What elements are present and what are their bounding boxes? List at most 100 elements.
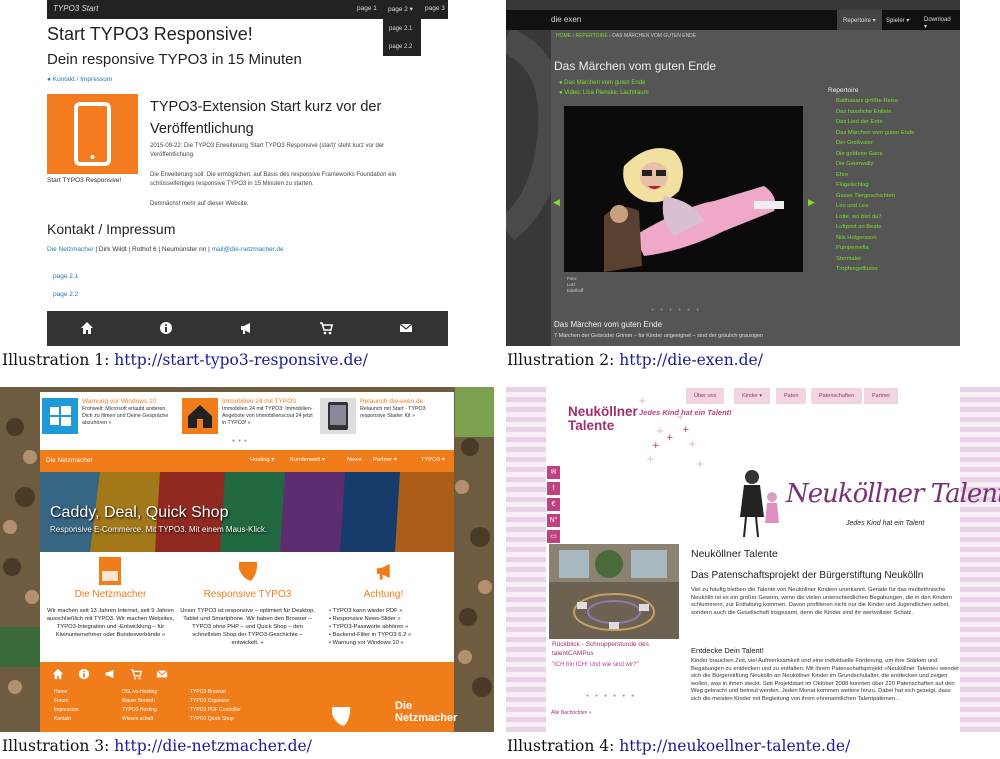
repertoire-item[interactable]: Sterntaler <box>836 256 861 262</box>
repertoire-item[interactable]: Das Märchen vom guten Ende <box>836 130 914 136</box>
nav-kundenwelt[interactable]: Kundenwelt ▾ <box>290 457 325 463</box>
nav-page-3[interactable]: page 3 <box>425 5 445 12</box>
footer-link[interactable]: Home <box>54 688 79 697</box>
repertoire-item[interactable]: Das Lied der Erde <box>836 119 883 125</box>
mail-icon[interactable] <box>156 668 168 680</box>
footer-link[interactable]: Wissen schaft <box>122 715 157 724</box>
news-caption[interactable]: Rückblick - Schnupperstunde des <box>552 641 649 648</box>
slider-dots[interactable]: ●●●●●● <box>651 307 705 313</box>
cart-icon[interactable] <box>319 321 333 335</box>
cart-icon[interactable] <box>130 668 142 680</box>
list-item[interactable]: • Warnung vor Windows 10 » <box>316 639 451 647</box>
sublink[interactable]: page 2.2 <box>53 291 78 298</box>
caption-url[interactable]: http://die-exen.de/ <box>619 351 763 369</box>
footer-link[interactable]: TYPO3 Browser <box>190 688 241 697</box>
menu-download[interactable]: Download ▾ <box>918 10 960 30</box>
repertoire-item[interactable]: Leo und Lea <box>836 203 868 209</box>
brand-link[interactable]: Die Netzmacher <box>46 457 93 464</box>
nav-patenschaften[interactable]: Patenschaften <box>811 388 863 404</box>
caption-url[interactable]: http://start-typo3-responsive.de/ <box>114 351 368 369</box>
breadcrumb-home[interactable]: HOME <box>556 33 571 39</box>
footer-link[interactable]: TYPO3 PDF Controller <box>190 706 241 715</box>
footer-link[interactable]: DSL-vs-Hosting <box>122 688 157 697</box>
repertoire-item[interactable]: Die Geierwally <box>836 161 873 167</box>
brand-link[interactable]: TYPO3 Start <box>53 4 98 13</box>
footer-link[interactable]: Blauer Bereich <box>122 697 157 706</box>
repertoire-item[interactable]: Ehre <box>836 172 848 178</box>
content-link[interactable]: ● Das Märchen vom guten Ende <box>559 80 645 86</box>
footer-link[interactable]: Impressum <box>54 706 79 715</box>
donate-icon[interactable]: € <box>547 498 560 511</box>
info-icon[interactable] <box>159 321 173 335</box>
info-icon[interactable] <box>78 668 90 680</box>
sublink[interactable]: page 2.1 <box>53 273 78 280</box>
netzmacher-logo-icon <box>99 557 121 585</box>
news-pagination[interactable]: ●●●●●● <box>586 693 640 699</box>
list-item[interactable]: • Responsive News-Slider » <box>316 615 451 623</box>
repertoire-item[interactable]: Lotte, wo bist du? <box>836 214 881 220</box>
facebook-icon[interactable]: f <box>547 482 560 495</box>
nav-typo3[interactable]: TYPO3 ▾ <box>421 457 445 463</box>
teaser-card[interactable]: Warnung vor Windows 10 Frohwelt: Microso… <box>42 398 172 440</box>
megaphone-icon[interactable] <box>104 668 116 680</box>
teaser-pagination[interactable]: ●●● <box>232 438 250 444</box>
mail-icon[interactable]: ✉ <box>547 466 560 479</box>
repertoire-item[interactable]: Die goldene Gans <box>836 151 882 157</box>
nav-partner[interactable]: Partner ▾ <box>373 457 397 463</box>
number-icon[interactable]: N° <box>547 514 560 527</box>
footer-link[interactable]: TYPO3 Quick Shop <box>190 715 241 724</box>
netzmacher-link[interactable]: Die Netzmacher <box>47 246 94 253</box>
repertoire-item[interactable]: Balthasars größte Reise <box>836 98 898 104</box>
email-link[interactable]: mail@die-netzmacher.de <box>212 246 284 253</box>
document-icon[interactable]: ▭ <box>547 530 560 543</box>
footer-link[interactable]: Kontakt <box>54 715 79 724</box>
repertoire-item[interactable]: Das hässliche Entlein <box>836 109 891 115</box>
menu-repertoire[interactable]: Repertoire ▾ <box>837 10 882 30</box>
footer-link[interactable]: TYPO3 Hosting <box>122 706 157 715</box>
brand-link[interactable]: die exen <box>551 15 581 24</box>
nav-partner[interactable]: Partner <box>864 388 899 404</box>
nav-hosting[interactable]: Hosting ▾ <box>250 457 274 463</box>
mail-icon[interactable] <box>399 321 413 335</box>
home-icon[interactable] <box>52 668 64 680</box>
slider-prev-icon[interactable]: ◀ <box>553 197 560 208</box>
feature-column: Responsive TYPO3 Unser TYPO3 ist respons… <box>180 557 315 647</box>
repertoire-item[interactable]: Der Großvater <box>836 140 873 146</box>
repertoire-item[interactable]: Luftpost an Beate <box>836 224 881 230</box>
nav-news[interactable]: News <box>347 457 362 463</box>
typo3-logo-icon <box>332 707 351 726</box>
content-link[interactable]: ● Video: Lisa Plenske, Lachtraum <box>559 90 649 96</box>
slider-next-icon[interactable]: ▶ <box>808 197 815 208</box>
list-item[interactable]: • TYPO3-Passworte abhören » <box>316 623 451 631</box>
repertoire-item[interactable]: Gasse Tiergeschichten <box>836 193 895 199</box>
teaser-card[interactable]: Immobilien 24 mit TYPO3 Immobilien 24 mi… <box>182 398 313 440</box>
children-drawing <box>740 470 779 538</box>
contact-link[interactable]: ● Kontakt / Impressum <box>47 76 112 83</box>
nav-kinder[interactable]: Kinder ▾ <box>734 388 771 404</box>
repertoire-item[interactable]: Tropfengeflüster <box>836 266 878 272</box>
nav-page-1[interactable]: page 1 <box>357 5 377 12</box>
caption-url[interactable]: http://neukoellner-talente.de/ <box>619 737 850 755</box>
logo-caption: Start TYPO3 Responsive! <box>47 177 122 184</box>
menu-spieler[interactable]: Spieler ▾ <box>880 10 915 30</box>
all-news-link[interactable]: Alle Nachrichten » <box>551 710 592 716</box>
caption-url[interactable]: http://die-netzmacher.de/ <box>114 737 312 755</box>
repertoire-item[interactable]: Flügelschlag <box>836 182 869 188</box>
nav-paten[interactable]: Paten <box>776 388 807 404</box>
dropdown-item[interactable]: page 2.2 <box>389 44 412 50</box>
nav-page-2[interactable]: page 2 ▾ <box>388 5 413 13</box>
footer-link[interactable]: Forum <box>54 697 79 706</box>
list-item[interactable]: • TYPO3 kann wieder PDF » <box>316 607 451 615</box>
content-subheading: Das Patenschaftsprojekt der Bürgerstiftu… <box>691 570 924 581</box>
footer-link[interactable]: TYPO3 Organizer <box>190 697 241 706</box>
list-item[interactable]: • Backend-Filter in TYPO3 6.2 » <box>316 631 451 639</box>
breadcrumb-repertoire[interactable]: REPERTOIRE <box>575 33 607 39</box>
windows-logo-icon <box>42 398 78 434</box>
home-icon[interactable] <box>80 321 94 335</box>
teaser-card[interactable]: Relaunch die-exen.de Relaunch mit Start … <box>320 398 450 440</box>
repertoire-item[interactable]: Nils Holgersson <box>836 235 877 241</box>
megaphone-icon[interactable] <box>239 321 253 335</box>
news-caption[interactable]: talentCAMPus <box>552 650 594 657</box>
dropdown-item[interactable]: page 2.1 <box>389 26 412 32</box>
repertoire-item[interactable]: Pumpernella <box>836 245 869 251</box>
